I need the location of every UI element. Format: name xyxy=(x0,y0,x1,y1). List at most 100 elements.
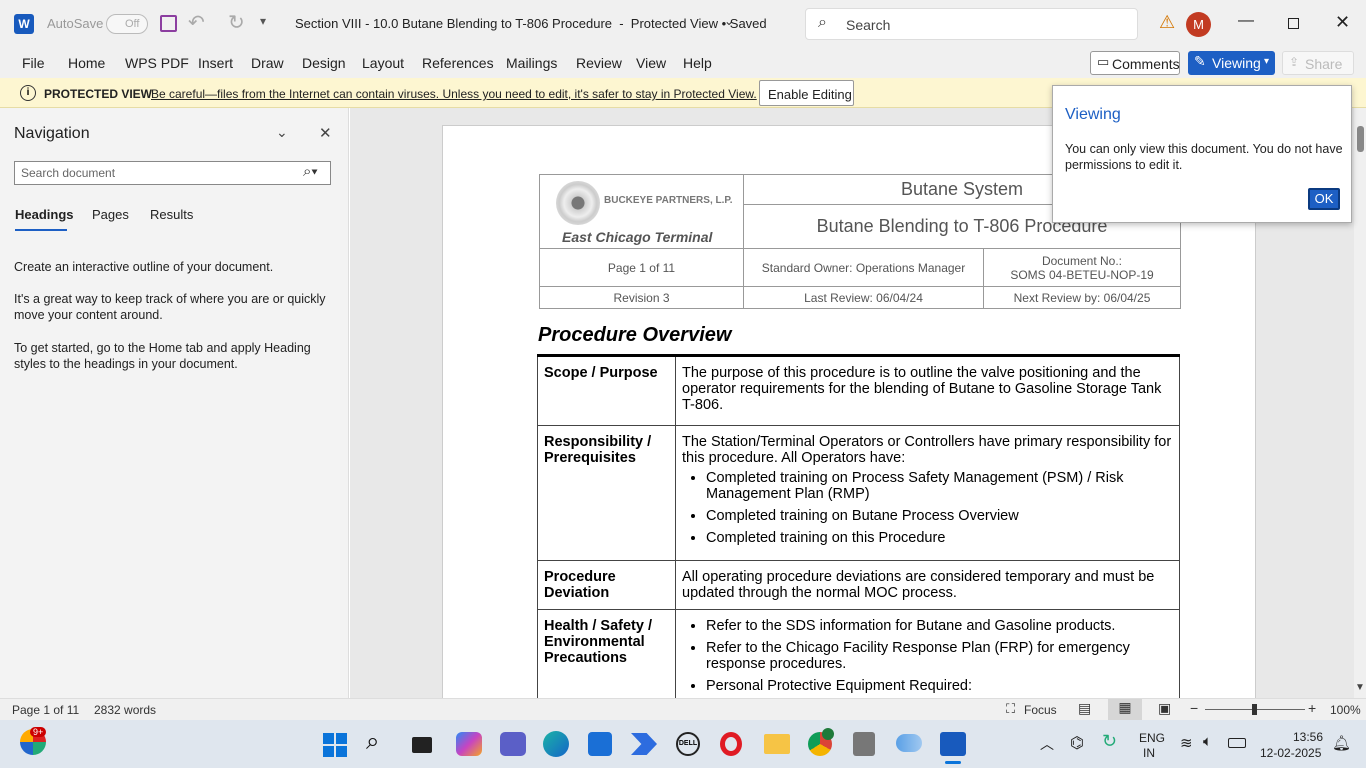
tab-references[interactable]: References xyxy=(422,55,494,71)
tab-insert[interactable]: Insert xyxy=(198,55,233,71)
nav-options-chevron-icon[interactable]: ⌄ xyxy=(276,124,288,141)
active-app-indicator xyxy=(945,761,961,764)
vertical-scrollbar[interactable]: ▼ xyxy=(1354,108,1366,698)
header-page-number: Page 1 of 11 xyxy=(539,248,744,287)
status-page[interactable]: Page 1 of 11 xyxy=(12,703,79,717)
zoom-slider[interactable] xyxy=(1205,704,1305,715)
info-icon: i xyxy=(20,85,36,101)
zoom-slider-thumb[interactable] xyxy=(1252,704,1257,715)
tab-review[interactable]: Review xyxy=(576,55,622,71)
focus-icon[interactable]: ⛶ xyxy=(1006,701,1015,717)
search-box[interactable]: ⌕ Search xyxy=(805,8,1138,40)
nav-tab-pages[interactable]: Pages xyxy=(92,207,129,222)
procedure-overview-heading: Procedure Overview xyxy=(538,324,732,346)
title-chevron-icon[interactable]: ⌄ xyxy=(724,14,734,28)
scroll-down-icon[interactable]: ▼ xyxy=(1355,682,1365,693)
focus-label[interactable]: Focus xyxy=(1024,703,1057,717)
protected-view-message[interactable]: Be careful—files from the Internet can c… xyxy=(151,87,757,101)
store-icon[interactable] xyxy=(588,732,612,756)
dell-icon[interactable]: DELL xyxy=(676,732,700,756)
list-item: Completed training on Process Safety Man… xyxy=(706,470,1173,502)
document-number-label: Document No.: xyxy=(1041,253,1123,268)
sync-tray-icon[interactable]: ↻ xyxy=(1102,731,1117,752)
web-layout-icon[interactable]: ▣ xyxy=(1158,700,1171,717)
row-content: The Station/Terminal Operators or Contro… xyxy=(675,425,1180,561)
search-document-input[interactable]: Search document ⌕▾ xyxy=(14,161,331,185)
wifi-icon[interactable]: ≋ xyxy=(1180,734,1193,752)
clock-date[interactable]: 12-02-2025 xyxy=(1260,746,1321,760)
ok-button[interactable]: OK xyxy=(1308,188,1340,210)
tab-file[interactable]: File xyxy=(22,55,45,71)
tab-mailings[interactable]: Mailings xyxy=(506,55,557,71)
nav-tab-results[interactable]: Results xyxy=(150,207,193,222)
warning-icon[interactable]: ⚠ xyxy=(1159,12,1175,33)
chrome-profile-badge xyxy=(822,728,834,740)
redo-icon[interactable]: ↻ xyxy=(228,10,245,35)
viewing-label: Viewing xyxy=(1212,55,1261,71)
nav-tab-headings[interactable]: Headings xyxy=(15,207,74,222)
copilot-icon[interactable] xyxy=(456,732,482,756)
tab-home[interactable]: Home xyxy=(68,55,105,71)
zoom-level[interactable]: 100% xyxy=(1330,703,1361,717)
teams-icon[interactable] xyxy=(500,732,526,756)
enable-editing-button[interactable]: Enable Editing xyxy=(759,80,854,106)
share-button[interactable]: ⇪ Share xyxy=(1282,51,1354,75)
app-icon[interactable] xyxy=(853,732,875,756)
viewing-popup: Viewing You can only view this document.… xyxy=(1052,85,1352,223)
file-explorer-icon[interactable] xyxy=(764,734,790,754)
tab-view[interactable]: View xyxy=(636,55,666,71)
language-code[interactable]: ENG xyxy=(1139,731,1165,745)
company-logo-cell: BUCKEYE PARTNERS, L.P. East Chicago Term… xyxy=(539,174,744,249)
table-row: Procedure Deviation All operating proced… xyxy=(537,560,1180,610)
comments-button[interactable]: ▭ Comments xyxy=(1090,51,1180,75)
read-mode-icon[interactable]: ▤ xyxy=(1078,700,1091,717)
clock-time[interactable]: 13:56 xyxy=(1293,730,1323,744)
save-icon[interactable] xyxy=(160,15,177,32)
list-item: Personal Protective Equipment Required: xyxy=(706,678,1173,694)
start-icon[interactable] xyxy=(323,733,347,757)
maximize-icon[interactable] xyxy=(1288,18,1299,29)
network-tray-icon[interactable]: ⌬ xyxy=(1070,733,1084,753)
zoom-in-icon[interactable]: + xyxy=(1308,700,1316,716)
scrollbar-thumb[interactable] xyxy=(1357,126,1364,152)
close-window-icon[interactable]: ✕ xyxy=(1335,12,1350,33)
nav-help-text-3: To get started, go to the Home tab and a… xyxy=(14,341,311,371)
search-document-icon[interactable]: ⌕▾ xyxy=(303,163,318,180)
avatar[interactable]: M xyxy=(1186,12,1211,37)
tab-help[interactable]: Help xyxy=(683,55,712,71)
enable-editing-label: Enable Editing xyxy=(768,87,852,102)
print-layout-icon[interactable]: ▦ xyxy=(1108,699,1142,720)
opera-icon[interactable] xyxy=(720,732,742,756)
word-logo-icon[interactable]: W xyxy=(14,14,34,34)
document-title[interactable]: Section VIII - 10.0 Butane Blending to T… xyxy=(295,16,767,31)
zoom-out-icon[interactable]: − xyxy=(1190,700,1198,716)
viewing-button[interactable]: ✎ Viewing ▾ xyxy=(1188,51,1275,75)
tab-draw[interactable]: Draw xyxy=(251,55,284,71)
volume-icon[interactable]: 🔈︎ xyxy=(1203,733,1212,750)
undo-icon[interactable]: ↶ xyxy=(188,10,205,35)
status-word-count[interactable]: 2832 words xyxy=(94,703,156,717)
autosave-toggle[interactable]: Off xyxy=(106,14,148,34)
share-label: Share xyxy=(1305,56,1343,72)
customize-qat-icon[interactable]: ▾ xyxy=(260,14,266,28)
language-region[interactable]: IN xyxy=(1143,746,1155,760)
word-taskbar-icon[interactable] xyxy=(940,732,966,756)
tab-wps-pdf[interactable]: WPS PDF xyxy=(125,55,189,71)
power-automate-icon[interactable] xyxy=(631,733,657,755)
nav-close-icon[interactable]: ✕ xyxy=(319,124,332,142)
navigation-pane: Navigation ⌄ ✕ Search document ⌕▾ Headin… xyxy=(0,108,349,698)
search-taskbar-icon[interactable]: ⌕ xyxy=(366,728,379,756)
task-view-icon[interactable] xyxy=(412,737,432,753)
notifications-icon[interactable]: 🔔︎ xyxy=(1332,734,1351,752)
battery-icon[interactable] xyxy=(1228,738,1246,748)
minimize-icon[interactable]: — xyxy=(1238,12,1254,30)
edge-icon[interactable] xyxy=(543,731,569,757)
tab-layout[interactable]: Layout xyxy=(362,55,404,71)
tab-design[interactable]: Design xyxy=(302,55,346,71)
navigation-title: Navigation xyxy=(14,125,90,142)
terminal-name: East Chicago Terminal xyxy=(562,229,713,245)
show-hidden-icons[interactable]: ︿ xyxy=(1040,734,1054,754)
table-row: Responsibility / Prerequisites The Stati… xyxy=(537,425,1180,561)
weather-widget-icon[interactable] xyxy=(896,734,922,752)
nav-help-text-1: Create an interactive outline of your do… xyxy=(14,260,274,274)
